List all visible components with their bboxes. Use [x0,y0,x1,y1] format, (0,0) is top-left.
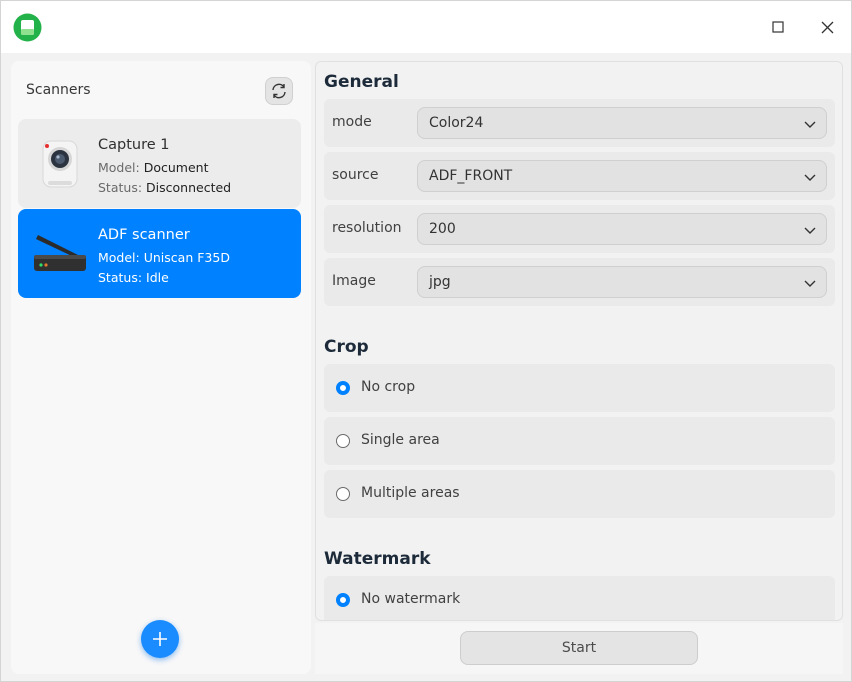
radio-label: Single area [361,432,440,448]
source-label: source [332,167,379,183]
refresh-button[interactable] [265,77,293,105]
crop-option-single-area[interactable]: Single area [324,417,835,465]
chevron-down-icon [804,121,816,128]
start-button[interactable]: Start [460,631,698,665]
general-section-title: General [324,72,399,92]
watermark-option-none[interactable]: No watermark [324,576,835,620]
resolution-label: resolution [332,220,402,236]
source-value: ADF_FRONT [429,168,513,184]
title-bar [1,1,851,53]
radio-label: No crop [361,379,416,395]
scanner-status: Status: Idle [98,270,169,285]
add-scanner-button[interactable] [141,620,179,658]
resolution-select[interactable]: 200 [417,213,827,245]
image-format-value: jpg [429,274,451,290]
action-bar: Start [315,623,843,674]
watermark-section-title: Watermark [324,549,431,569]
scanner-model: Model: Document [98,160,209,175]
chevron-down-icon [804,227,816,234]
resolution-value: 200 [429,221,456,237]
image-format-row: Image jpg [324,258,835,306]
radio-button[interactable] [336,381,350,395]
chevron-down-icon [804,280,816,287]
webcam-icon [32,135,88,191]
image-format-label: Image [332,273,376,289]
scanner-name: Capture 1 [98,137,170,153]
flatbed-scanner-icon [32,225,88,281]
refresh-icon [272,83,286,99]
close-button[interactable] [813,13,841,41]
radio-button[interactable] [336,593,350,607]
scanner-window: Scanners Capture 1 Model: Document Statu… [0,0,852,682]
maximize-icon [772,21,784,33]
resolution-row: resolution 200 [324,205,835,253]
mode-value: Color24 [429,115,484,131]
maximize-button[interactable] [764,13,792,41]
close-icon [821,21,833,33]
crop-option-multiple-areas[interactable]: Multiple areas [324,470,835,518]
scanner-app-icon [13,13,42,42]
source-select[interactable]: ADF_FRONT [417,160,827,192]
scanner-item-adf-scanner[interactable]: ADF scanner Model: Uniscan F35D Status: … [18,209,301,298]
scanner-list-panel: Scanners Capture 1 Model: Document Statu… [11,61,311,674]
chevron-down-icon [804,174,816,181]
image-format-select[interactable]: jpg [417,266,827,298]
scanner-item-capture-1[interactable]: Capture 1 Model: Document Status: Discon… [18,119,301,208]
radio-label: No watermark [361,591,461,607]
mode-label: mode [332,114,372,130]
crop-section-title: Crop [324,337,369,357]
radio-button[interactable] [336,434,350,448]
radio-label: Multiple areas [361,485,460,501]
radio-button[interactable] [336,487,350,501]
scanner-status: Status: Disconnected [98,180,232,195]
scanner-name: ADF scanner [98,227,190,243]
scanners-heading: Scanners [26,82,91,98]
settings-panel: General mode Color24 source ADF_FRONT re… [315,61,843,621]
plus-icon [153,632,167,646]
mode-row: mode Color24 [324,99,835,147]
source-row: source ADF_FRONT [324,152,835,200]
scanner-model: Model: Uniscan F35D [98,250,230,265]
crop-option-no-crop[interactable]: No crop [324,364,835,412]
mode-select[interactable]: Color24 [417,107,827,139]
